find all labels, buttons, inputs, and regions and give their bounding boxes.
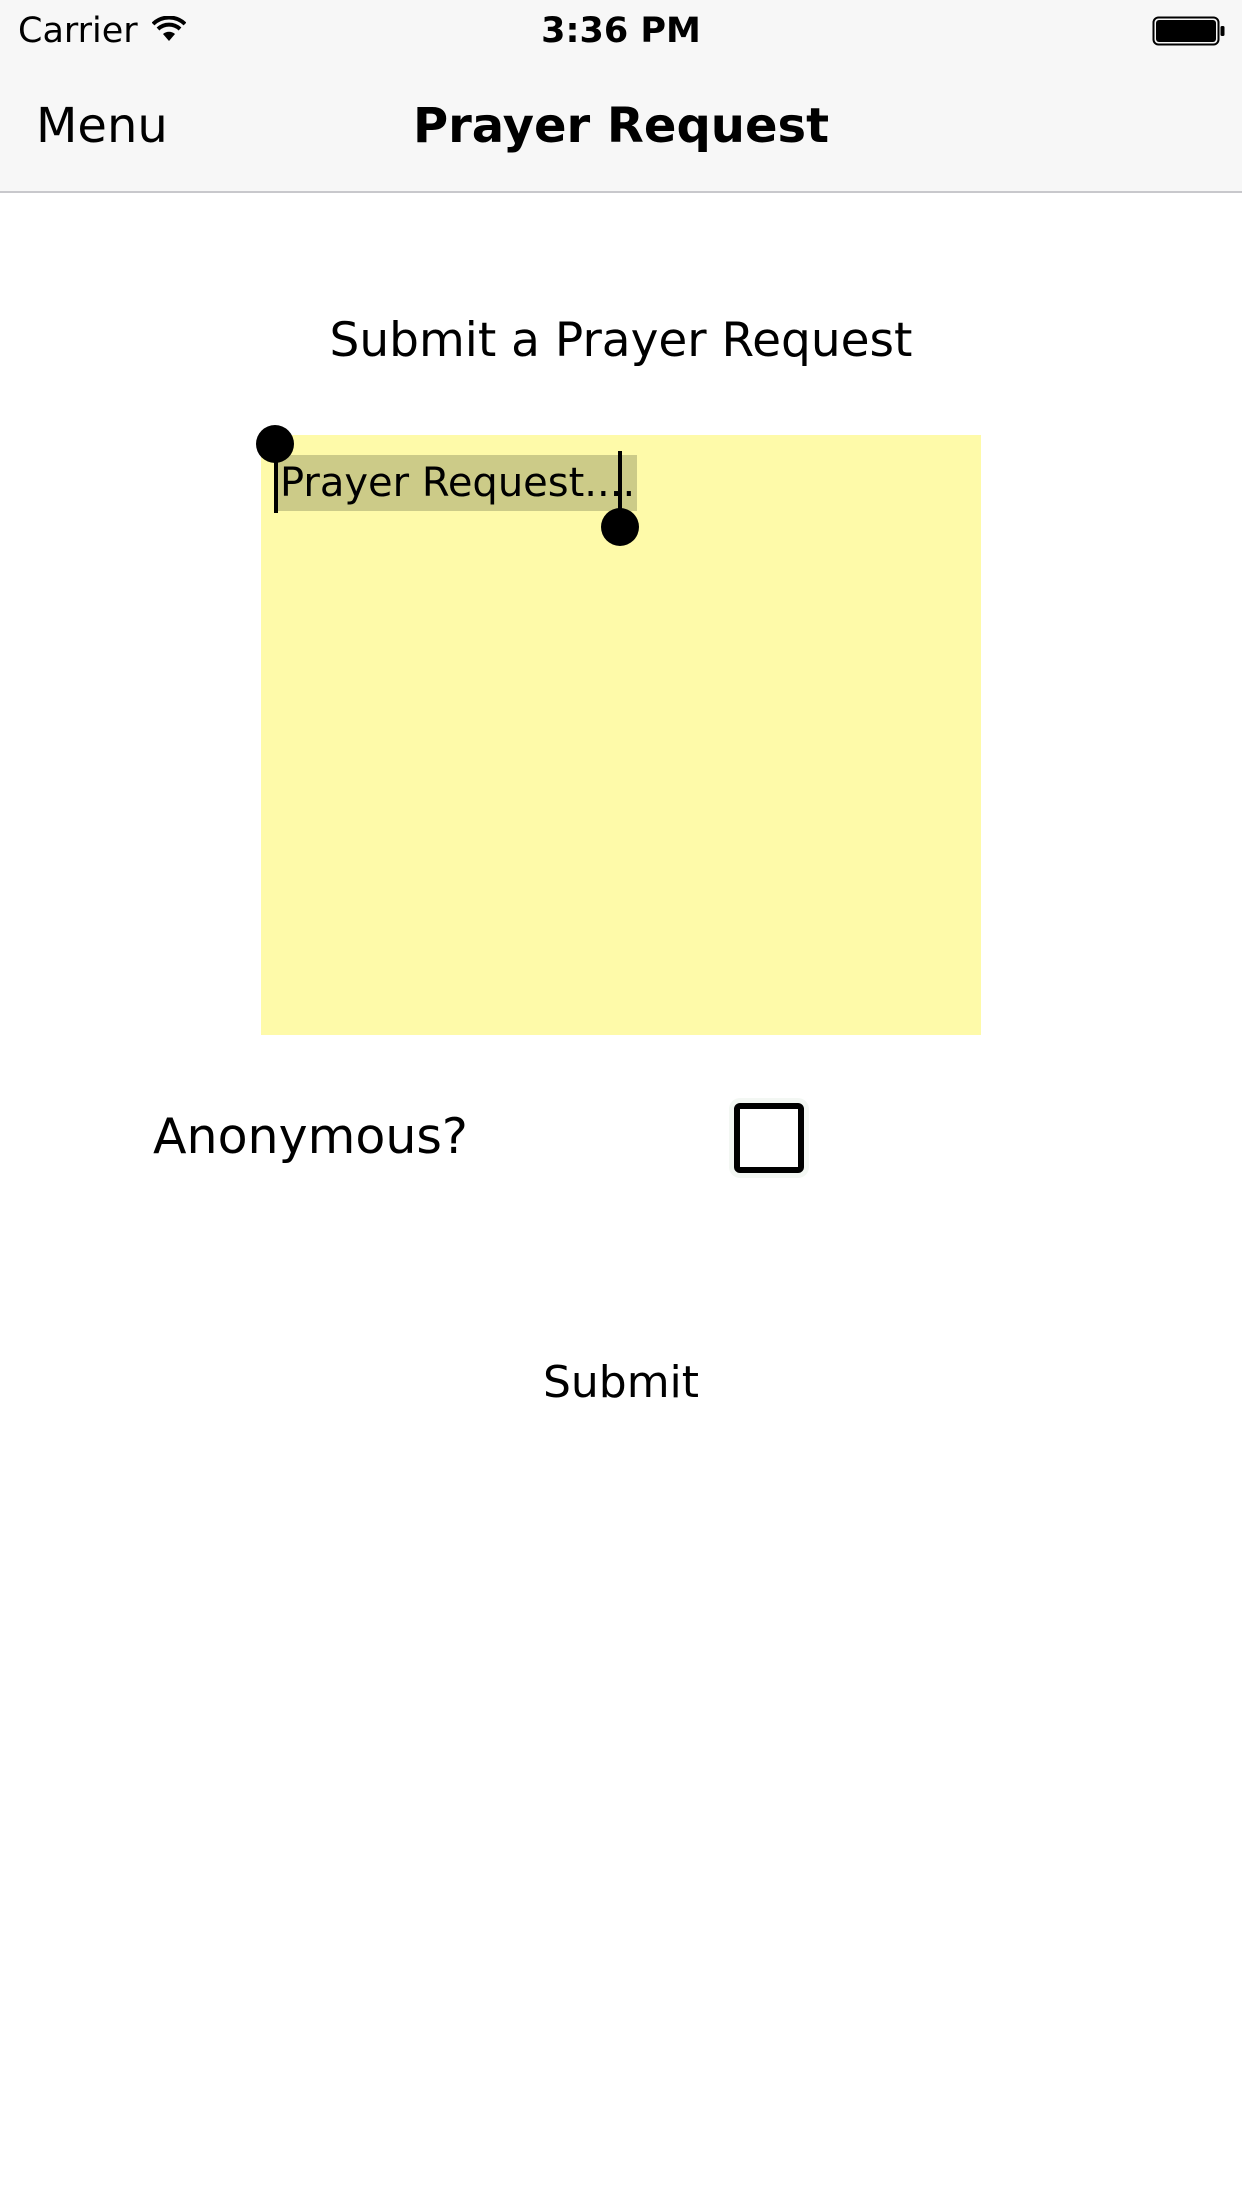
status-time: 3:36 PM	[541, 11, 701, 51]
selection-end-handle[interactable]	[601, 508, 639, 546]
selection-end-caret	[618, 451, 622, 513]
navigation-bar: Menu Prayer Request	[0, 62, 1242, 193]
page-title: Prayer Request	[412, 98, 830, 154]
form-heading: Submit a Prayer Request	[329, 313, 913, 368]
submit-button[interactable]: Submit	[0, 1352, 1242, 1414]
battery-icon	[1152, 16, 1225, 46]
selection-start-handle[interactable]	[256, 425, 294, 463]
selected-request-text: Prayer Request....	[278, 455, 638, 511]
anonymous-checkbox[interactable]	[734, 1103, 804, 1173]
prayer-request-textarea[interactable]: Prayer Request....	[256, 425, 981, 1035]
anonymous-label: Anonymous?	[153, 1108, 468, 1165]
status-bar: Carrier 3:36 PM	[0, 0, 1242, 62]
